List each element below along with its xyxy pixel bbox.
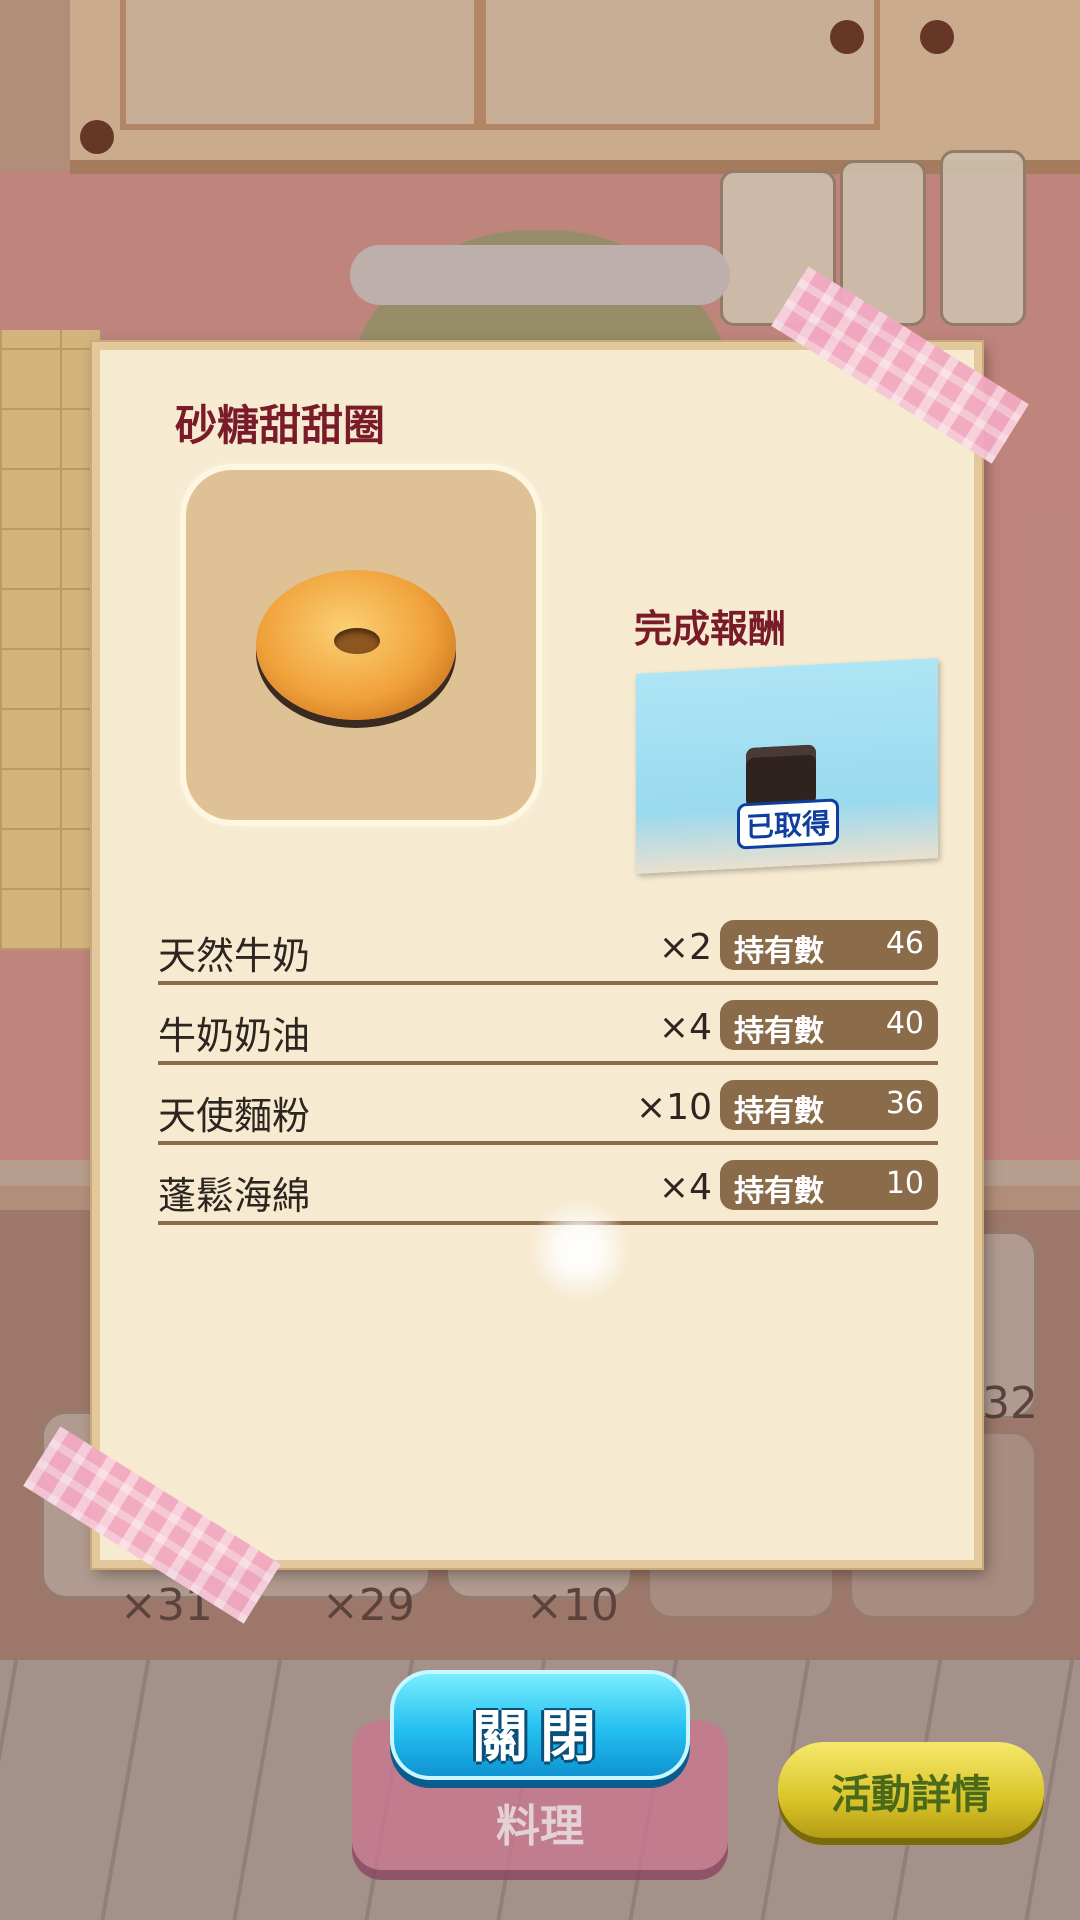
owned-count-pill: 持有數 46	[720, 920, 938, 970]
event-details-button[interactable]: 活動詳情	[778, 1742, 1044, 1838]
owned-count: 40	[885, 1006, 924, 1041]
owned-count-pill: 持有數 10	[720, 1160, 938, 1210]
reward-title: 完成報酬	[634, 607, 787, 651]
ingredient-required-qty: ×4	[658, 1167, 712, 1208]
owned-label: 持有數	[734, 934, 824, 969]
ingredient-required-qty: ×2	[658, 927, 712, 968]
ingredient-name: 牛奶奶油	[158, 1014, 311, 1058]
recipe-image-frame	[186, 470, 536, 820]
owned-count-pill: 持有數 36	[720, 1080, 938, 1130]
owned-label: 持有數	[734, 1174, 824, 1209]
gift-box-icon	[746, 744, 816, 809]
list-item: 牛奶奶油 ×4 持有數 40	[158, 985, 938, 1065]
list-item: 天然牛奶 ×2 持有數 46	[158, 905, 938, 985]
reward-obtained-badge: 已取得	[740, 801, 837, 847]
recipe-dialog: 砂糖甜甜圈 完成報酬 已取得 天然牛奶 ×2 持有數 46 牛奶奶油 ×4 持有…	[92, 342, 982, 1568]
close-button[interactable]: 關閉	[390, 1670, 690, 1780]
cook-button-label: 料理	[496, 1801, 584, 1852]
ingredient-required-qty: ×4	[658, 1007, 712, 1048]
sparkle-effect	[520, 1190, 640, 1310]
recipe-title: 砂糖甜甜圈	[175, 401, 386, 450]
list-item: 天使麵粉 ×10 持有數 36	[158, 1065, 938, 1145]
ingredient-required-qty: ×10	[636, 1087, 712, 1128]
owned-label: 持有數	[734, 1014, 824, 1049]
owned-count: 10	[885, 1166, 924, 1201]
reward-panel: 已取得	[636, 658, 938, 874]
owned-count: 36	[885, 1086, 924, 1121]
owned-count-pill: 持有數 40	[720, 1000, 938, 1050]
event-details-label: 活動詳情	[831, 1773, 991, 1817]
close-button-label: 關閉	[472, 1705, 608, 1768]
ingredient-name: 天然牛奶	[158, 934, 311, 978]
ingredient-list: 天然牛奶 ×2 持有數 46 牛奶奶油 ×4 持有數 40 天使麵粉 ×10 持…	[158, 905, 938, 1225]
owned-count: 46	[885, 926, 924, 961]
ingredient-name: 天使麵粉	[158, 1094, 311, 1138]
ingredient-name: 蓬鬆海綿	[158, 1174, 311, 1218]
owned-label: 持有數	[734, 1094, 824, 1129]
glazed-donut-icon	[256, 570, 456, 720]
